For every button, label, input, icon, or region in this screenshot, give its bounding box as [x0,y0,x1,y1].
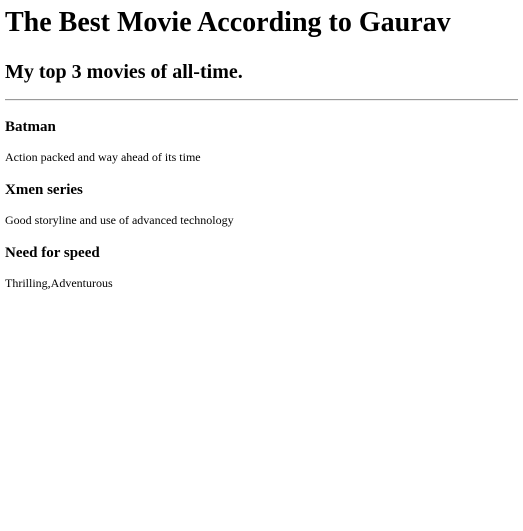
movie-title: Need for speed [5,245,100,261]
movie-description: Thrilling,Adventurous [5,276,113,290]
movie-title: Batman [5,119,56,135]
divider [5,99,518,101]
page-title: The Best Movie According to Gaurav [5,7,451,38]
list-item: Need for speed Thrilling,Adventurous [5,244,518,291]
movie-description: Action packed and way ahead of its time [5,150,201,164]
page-subtitle: My top 3 movies of all-time. [5,61,243,83]
movie-description: Good storyline and use of advanced techn… [5,213,234,227]
movie-list: Batman Action packed and way ahead of it… [5,118,518,291]
page: The Best Movie According to Gaurav My to… [0,7,523,291]
movie-title: Xmen series [5,182,83,198]
list-item: Batman Action packed and way ahead of it… [5,118,518,165]
list-item: Xmen series Good storyline and use of ad… [5,181,518,228]
